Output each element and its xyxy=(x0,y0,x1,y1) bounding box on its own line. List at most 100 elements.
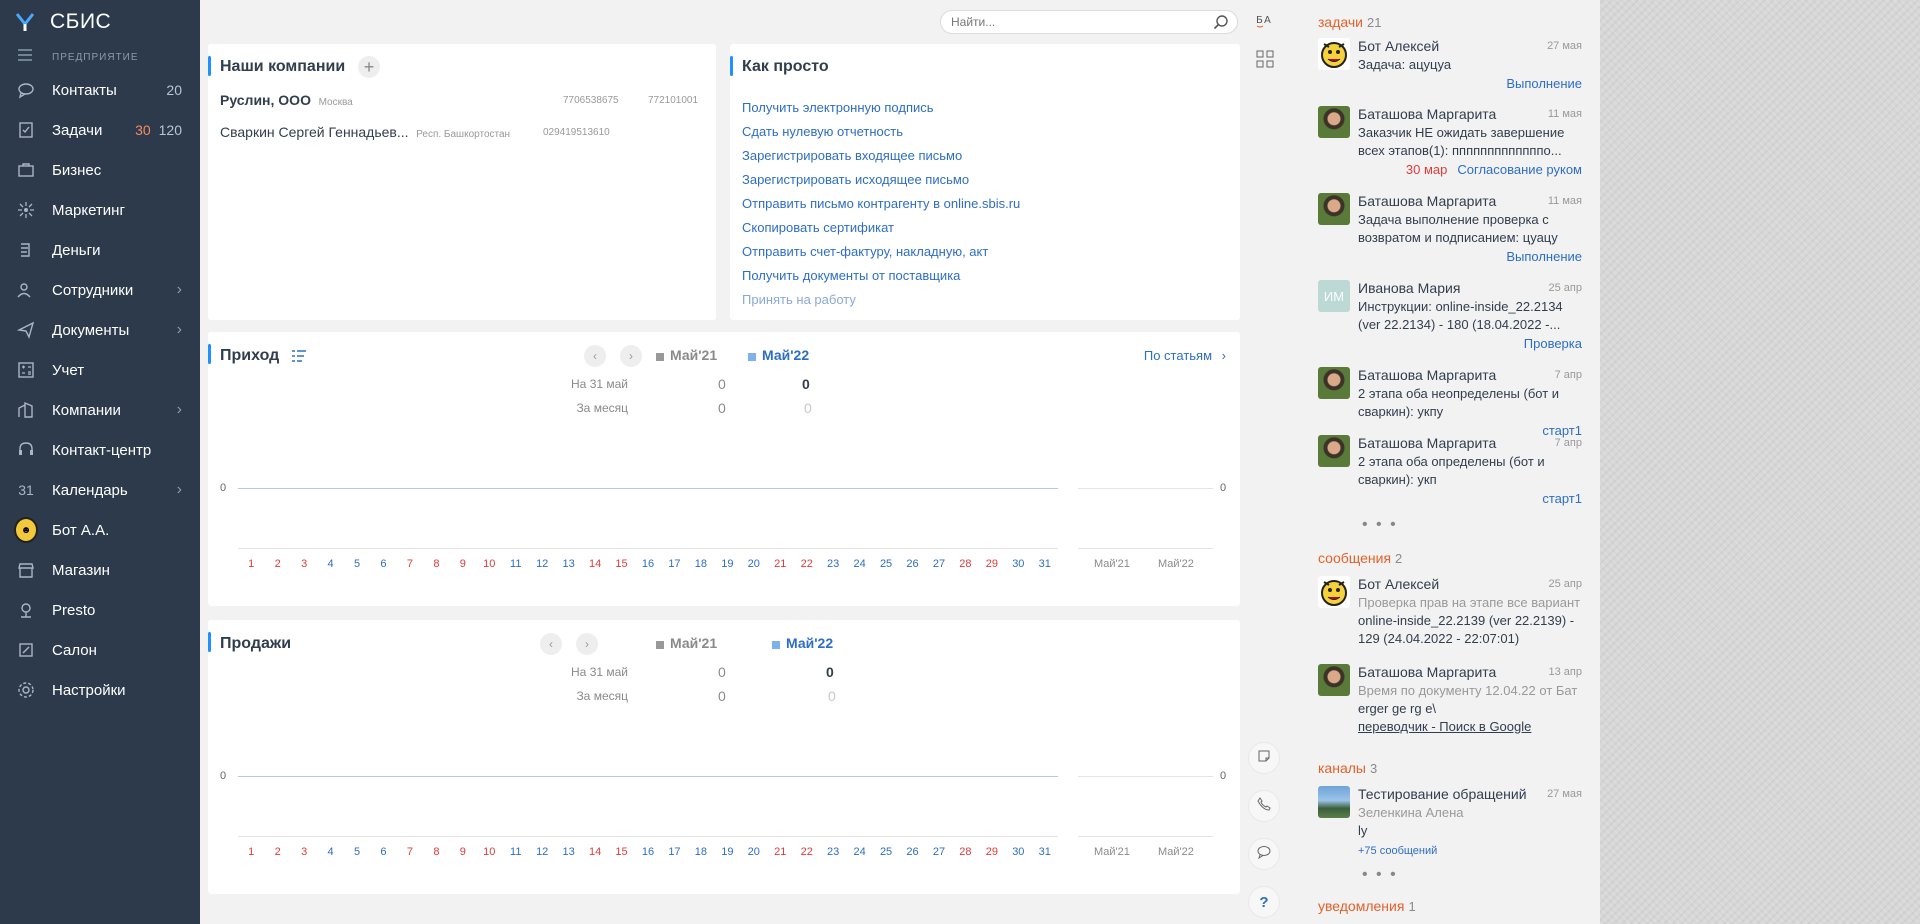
add-company-button[interactable]: + xyxy=(358,56,380,78)
menu-icon[interactable] xyxy=(18,48,32,66)
sidebar-item[interactable]: Маркетинг xyxy=(0,190,200,230)
message-date: 25 апр xyxy=(1548,578,1582,590)
months-axis: Май'21 Май'22 xyxy=(208,558,1240,574)
prev-period-button[interactable]: ‹ xyxy=(540,633,562,655)
sidebar-item[interactable]: Магазин xyxy=(0,550,200,590)
task-status[interactable]: старт1 xyxy=(1542,491,1582,506)
easy-link[interactable]: Получить документы от поставщика xyxy=(742,264,1020,288)
font-size-button[interactable]: БА xyxy=(1256,12,1274,31)
sidebar-item[interactable]: Presto xyxy=(0,590,200,630)
by-articles-link[interactable]: По статьям › xyxy=(1144,348,1226,363)
search-box[interactable] xyxy=(940,10,1238,34)
easy-link[interactable]: Принять на работу xyxy=(742,288,1020,312)
card-accent xyxy=(730,56,733,76)
phone-button[interactable] xyxy=(1248,790,1280,822)
sidebar-item[interactable]: Компании › xyxy=(0,390,200,430)
stat-value-cur: 0 xyxy=(804,400,812,416)
chevron-right-icon[interactable]: › xyxy=(177,281,182,299)
background-texture xyxy=(1600,0,1920,924)
sidebar-item-label: Бизнес xyxy=(52,161,102,179)
month-tick-label: Май'21 xyxy=(1094,558,1130,570)
notifications-section-header[interactable]: уведомления 1 xyxy=(1318,898,1416,914)
notes-button[interactable] xyxy=(1248,742,1280,774)
sidebar: СБИС ПРЕДПРИЯТИЕ Контакты 20 Задачи 30 120 Би… xyxy=(0,0,200,924)
company-row[interactable]: Сваркин Сергей Геннадьев... Респ. Башкор… xyxy=(220,124,706,140)
presto-icon xyxy=(14,598,38,622)
bot-avatar: ☻ xyxy=(14,517,38,543)
channel-name: Тестирование обращений xyxy=(1358,786,1527,802)
next-period-button[interactable]: › xyxy=(576,633,598,655)
sidebar-item[interactable]: Контакт-центр xyxy=(0,430,200,470)
task-author: Баташова Маргарита xyxy=(1358,106,1497,122)
org-row[interactable]: ПРЕДПРИЯТИЕ xyxy=(0,44,200,70)
chevron-right-icon[interactable]: › xyxy=(177,401,182,419)
help-button[interactable]: ? xyxy=(1248,886,1280,918)
company-row[interactable]: Руслин, ООО Москва 7706538675 772101001 xyxy=(220,92,706,108)
chat-button[interactable] xyxy=(1248,838,1280,870)
sidebar-item[interactable]: Деньги xyxy=(0,230,200,270)
easy-link[interactable]: Получить электронную подпись xyxy=(742,96,1020,120)
chart-line-current xyxy=(238,488,1058,489)
message-subject: Время по документу 12.04.22 от Бат xyxy=(1358,683,1578,698)
layout-toggle-button[interactable] xyxy=(1256,50,1274,73)
message-link[interactable]: переводчик - Поиск в Google xyxy=(1358,718,1582,736)
legend-prev[interactable]: Май'21 xyxy=(656,635,717,651)
filter-icon[interactable] xyxy=(292,349,306,367)
search-input[interactable] xyxy=(951,15,1191,29)
search-icon[interactable] xyxy=(1213,14,1229,35)
channels-section-header[interactable]: каналы 3 xyxy=(1318,760,1377,776)
chevron-right-icon: › xyxy=(629,349,633,363)
prev-period-button[interactable]: ‹ xyxy=(584,345,606,367)
sidebar-item-label: Контакты xyxy=(52,81,117,99)
easy-link[interactable]: Скопировать сертификат xyxy=(742,216,1020,240)
easy-link[interactable]: Зарегистрировать исходящее письмо xyxy=(742,168,1020,192)
sidebar-item[interactable]: Задачи 30 120 xyxy=(0,110,200,150)
task-status[interactable]: 30 мар Согласование руком xyxy=(1406,162,1582,177)
app-logo-text: СБИС xyxy=(50,10,112,33)
legend-cur[interactable]: Май'22 xyxy=(748,347,809,363)
sidebar-item[interactable]: ☻ Бот А.А. xyxy=(0,510,200,550)
easy-link[interactable]: Зарегистрировать входящее письмо xyxy=(742,144,1020,168)
channel-item[interactable]: Тестирование обращений 27 мая Зеленкина … xyxy=(1318,786,1582,862)
easy-link[interactable]: Сдать нулевую отчетность xyxy=(742,120,1020,144)
next-period-button[interactable]: › xyxy=(620,345,642,367)
sidebar-item-label: Сотрудники xyxy=(52,281,134,299)
task-status[interactable]: Выполнение xyxy=(1506,76,1582,91)
more-channels-button[interactable]: • • • xyxy=(1362,866,1398,884)
sidebar-item[interactable]: Документы › xyxy=(0,310,200,350)
sidebar-item[interactable]: Сотрудники › xyxy=(0,270,200,310)
task-status[interactable]: Выполнение xyxy=(1506,249,1582,264)
easy-card: Как просто Получить электронную подпись С… xyxy=(730,44,1240,320)
legend-cur[interactable]: Май'22 xyxy=(772,635,833,651)
sidebar-item[interactable]: Настройки xyxy=(0,670,200,710)
legend-prev[interactable]: Май'21 xyxy=(656,347,717,363)
stat-label: На 31 май xyxy=(571,377,628,391)
channel-date: 27 мая xyxy=(1547,788,1582,800)
note-icon xyxy=(1257,749,1271,768)
phone-icon xyxy=(1257,796,1271,816)
sidebar-item[interactable]: Учет xyxy=(0,350,200,390)
messages-section-header[interactable]: сообщения 2 xyxy=(1318,550,1402,566)
chevron-right-icon[interactable]: › xyxy=(177,321,182,339)
easy-link[interactable]: Отправить письмо контрагенту в online.sb… xyxy=(742,192,1020,216)
channel-more-link[interactable]: +75 сообщений xyxy=(1358,842,1582,860)
task-status[interactable]: старт1 xyxy=(1542,423,1582,438)
task-text: Задача: ацуцуа xyxy=(1358,57,1452,72)
company-city: Москва xyxy=(318,97,353,108)
axis-zero-right: 0 xyxy=(1220,482,1227,494)
more-tasks-button[interactable]: • • • xyxy=(1362,516,1398,534)
message-subject: Проверка прав на этапе все вариант xyxy=(1358,595,1581,610)
user-photo-avatar xyxy=(1318,106,1350,138)
sidebar-item[interactable]: Контакты 20 xyxy=(0,70,200,110)
task-status[interactable]: Проверка xyxy=(1524,336,1582,351)
tasks-section-header[interactable]: задачи 21 xyxy=(1318,14,1381,30)
easy-link[interactable]: Отправить счет-фактуру, накладную, акт xyxy=(742,240,1020,264)
bot-avatar xyxy=(1318,576,1350,608)
sidebar-item[interactable]: Салон xyxy=(0,630,200,670)
logo-row[interactable]: СБИС xyxy=(0,0,200,44)
chevron-right-icon[interactable]: › xyxy=(177,481,182,499)
company-inn: 7706538675 xyxy=(563,95,619,106)
sidebar-item[interactable]: Бизнес xyxy=(0,150,200,190)
channel-text: ly xyxy=(1358,823,1368,838)
sidebar-item[interactable]: 31 Календарь › xyxy=(0,470,200,510)
